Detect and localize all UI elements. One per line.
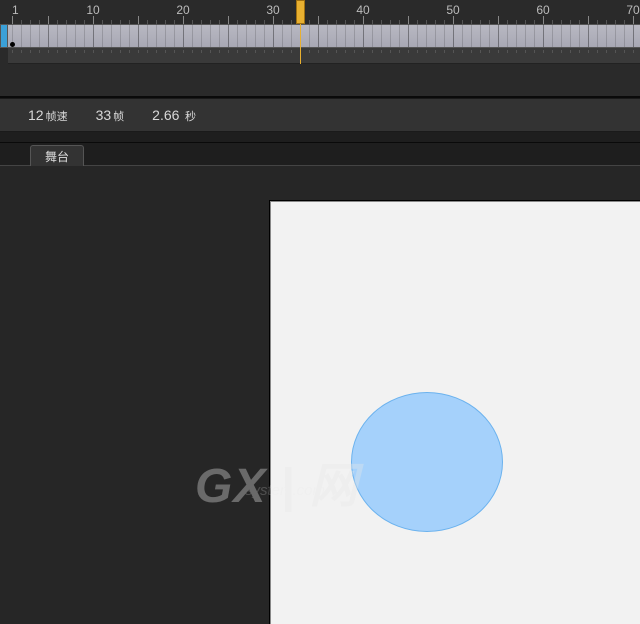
ruler-number: 50 xyxy=(446,3,459,17)
ruler-number: 40 xyxy=(356,3,369,17)
frame-value: 33 xyxy=(96,107,112,123)
timeline-tracks xyxy=(0,24,640,64)
ruler-number: 60 xyxy=(536,3,549,17)
ruler-number: 10 xyxy=(86,3,99,17)
circle-shape[interactable] xyxy=(351,392,503,532)
timeline-status-bar: 12帧速 33帧 2.66 秒 xyxy=(0,98,640,132)
ruler-ticks xyxy=(8,16,640,24)
time-value: 2.66 xyxy=(152,107,179,123)
ruler-number: 20 xyxy=(176,3,189,17)
stage-boundary xyxy=(270,201,640,624)
ruler-number: 30 xyxy=(266,3,279,17)
track-label[interactable] xyxy=(0,24,8,48)
timeline-panel: 1 10 20 30 40 50 60 70 xyxy=(0,0,640,98)
tab-stage[interactable]: 舞台 xyxy=(30,145,84,167)
track-padding xyxy=(8,48,640,64)
time-readout: 2.66 秒 xyxy=(152,107,196,124)
time-unit: 秒 xyxy=(185,111,196,123)
fps-readout: 12帧速 xyxy=(28,107,68,124)
current-frame-readout: 33帧 xyxy=(96,107,125,124)
fps-unit: 帧速 xyxy=(46,111,68,123)
frame-unit: 帧 xyxy=(113,111,124,123)
app-root: 1 10 20 30 40 50 60 70 12帧速 33帧 2.66 秒 舞台 xyxy=(0,0,640,624)
document-tab-bar: 舞台 xyxy=(0,142,640,166)
ruler-number: 1 xyxy=(12,3,19,17)
stage-canvas[interactable] xyxy=(270,201,640,624)
track-row[interactable] xyxy=(8,24,640,48)
ruler-number: 70 xyxy=(626,3,639,17)
fps-value: 12 xyxy=(28,107,44,123)
stage-viewport[interactable]: GX | 网 system.com xyxy=(0,166,640,624)
